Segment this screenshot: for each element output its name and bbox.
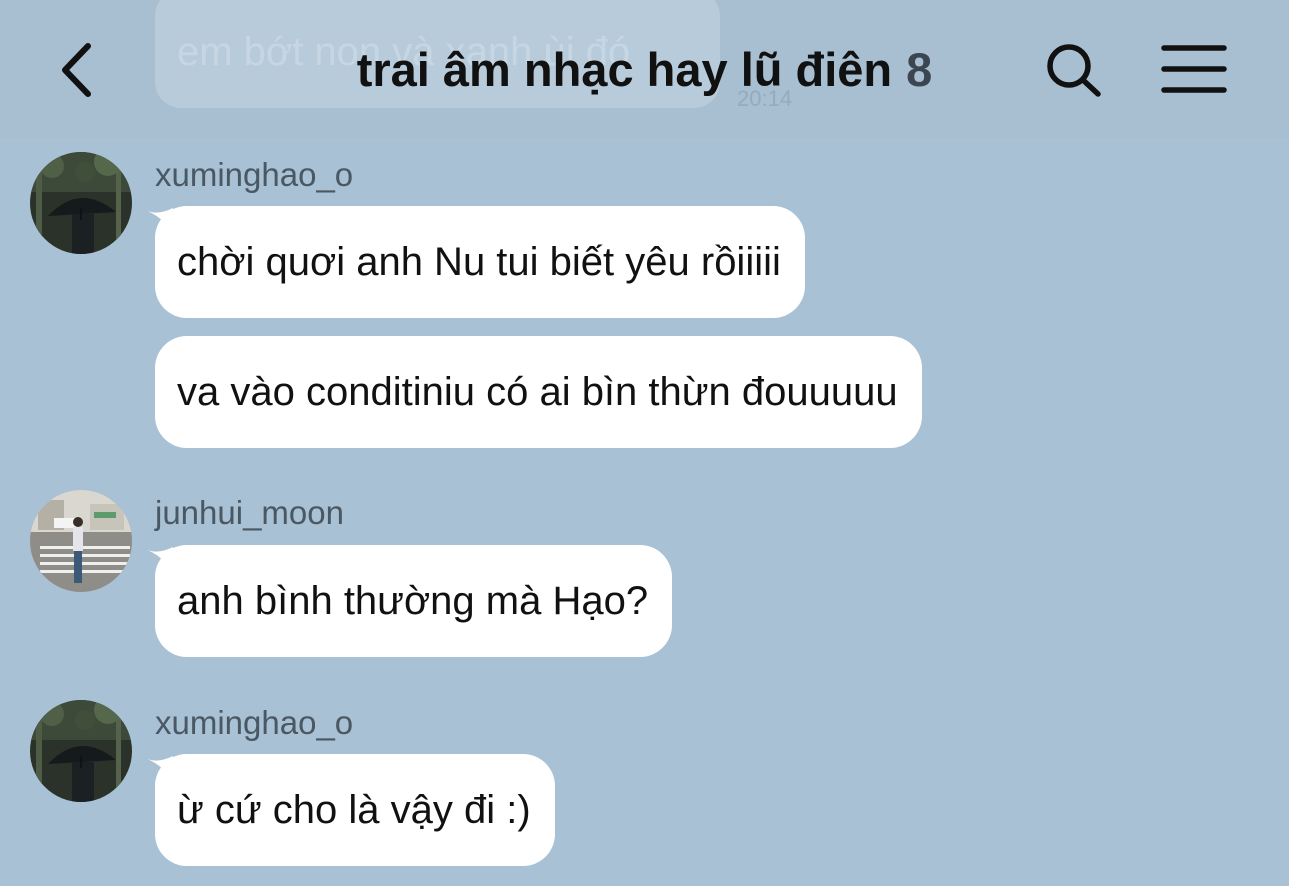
hamburger-menu-icon <box>1161 45 1227 93</box>
avatar-xuminghao[interactable] <box>30 700 132 802</box>
group-name: trai âm nhạc hay lũ điên <box>356 43 893 96</box>
sender-name: xuminghao_o <box>155 704 354 741</box>
search-icon <box>1047 44 1101 97</box>
search-button[interactable] <box>1038 36 1110 108</box>
message-bubble[interactable]: ừ cứ cho là vậy đi :) <box>155 754 555 866</box>
sender-name: junhui_moon <box>155 494 344 531</box>
avatar-umbrella-photo <box>30 152 132 254</box>
menu-button[interactable] <box>1158 40 1230 102</box>
chat-header: em bớt non và xanh ùi đó 20:14 trai âm n… <box>0 0 1289 138</box>
message-bubble[interactable]: chời quơi anh Nu tui biết yêu rồiiiii <box>155 206 805 318</box>
avatar-xuminghao[interactable] <box>30 152 132 254</box>
member-count: 8 <box>906 43 933 96</box>
avatar-street-photo <box>30 490 132 592</box>
avatar-junhui[interactable] <box>30 490 132 592</box>
message-bubble[interactable]: va vào conditiniu có ai bìn thừn đouuuuu <box>155 336 922 448</box>
message-bubble[interactable]: anh bình thường mà Hạo? <box>155 545 673 657</box>
avatar-umbrella-photo <box>30 700 132 802</box>
sender-name: xuminghao_o <box>155 156 354 193</box>
